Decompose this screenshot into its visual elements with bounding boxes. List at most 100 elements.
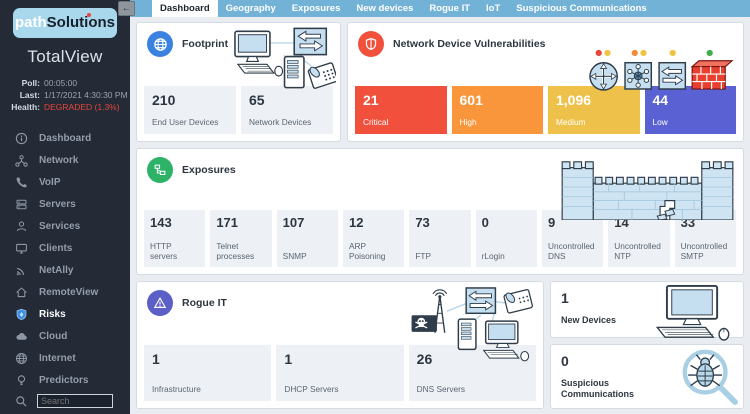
sidebar-item-label: Network (39, 155, 78, 166)
telnet-processes-value: 171 (216, 215, 265, 230)
low-label: Low (653, 118, 729, 128)
poll-value: 00:05:00 (44, 77, 77, 89)
suspicious-communications-card[interactable]: 0 Suspicious Communications (550, 344, 744, 409)
shield-icon (15, 308, 28, 321)
rogue-it-header: Rogue IT (147, 290, 227, 316)
tab-geography[interactable]: Geography (218, 0, 284, 17)
exposures-card: Exposures (136, 148, 744, 275)
rlogin-label: rLogin (482, 252, 531, 262)
end-user-devices-label: End User Devices (152, 118, 228, 128)
globe-icon (15, 352, 28, 365)
tab-bar: Dashboard Geography Exposures New device… (130, 0, 750, 17)
critical-tile[interactable]: 21 Critical (355, 86, 447, 134)
rlogin-value: 0 (482, 215, 531, 230)
logo-red-dot (87, 13, 91, 17)
health-row: Health: DEGRADED (1.3%) (0, 101, 130, 113)
sidebar-item-servers[interactable]: Servers (0, 193, 130, 215)
sidebar-item-risks[interactable]: Risks (0, 303, 130, 325)
sidebar-item-predictors[interactable]: Predictors (0, 369, 130, 391)
sidebar-item-label: Services (39, 221, 80, 232)
critical-label: Critical (363, 118, 439, 128)
right-column: 1 New Devices 0 Suspicious Communicatio (550, 281, 744, 409)
warning-circle-icon (147, 290, 173, 316)
ftp-tile[interactable]: 73 FTP (409, 210, 470, 267)
tab-suspicious-communications[interactable]: Suspicious Communications (508, 0, 654, 17)
services-icon (15, 220, 28, 233)
sidebar-item-label: RemoteView (39, 287, 98, 298)
sidebar-item-netally[interactable]: NetAlly (0, 259, 130, 281)
network-devices-tile[interactable]: 65 Network Devices (241, 86, 333, 134)
sidebar-item-clients[interactable]: Clients (0, 237, 130, 259)
pathsolutions-logo[interactable]: pathSolutions (13, 8, 117, 38)
wifi-icon (15, 264, 28, 277)
tab-new-devices[interactable]: New devices (348, 0, 421, 17)
high-label: High (460, 118, 536, 128)
end-user-devices-tile[interactable]: 210 End User Devices (144, 86, 236, 134)
dhcp-servers-tile[interactable]: 1 DHCP Servers (276, 345, 403, 401)
arp-poisoning-label: ARP Poisoning (349, 242, 398, 262)
new-devices-card[interactable]: 1 New Devices (550, 281, 744, 338)
rogue-it-card: Rogue IT (136, 281, 544, 409)
tab-rogue-it[interactable]: Rogue IT (421, 0, 478, 17)
infrastructure-value: 1 (152, 351, 263, 367)
sidebar-item-services[interactable]: Services (0, 215, 130, 237)
snmp-tile[interactable]: 107 SNMP (277, 210, 338, 267)
medium-tile[interactable]: 1,096 Medium (548, 86, 640, 134)
computer-illustration (649, 285, 737, 341)
exposures-header: Exposures (147, 157, 236, 183)
sidebar-item-internet[interactable]: Internet (0, 347, 130, 369)
telnet-processes-tile[interactable]: 171 Telnet processes (210, 210, 271, 267)
shield-circle-icon (358, 31, 384, 57)
snmp-label: SNMP (283, 252, 332, 262)
arp-poisoning-tile[interactable]: 12 ARP Poisoning (343, 210, 404, 267)
sidebar-item-network[interactable]: Network (0, 149, 130, 171)
health-value: DEGRADED (1.3%) (44, 101, 120, 113)
footprint-title: Footprint (182, 38, 228, 50)
low-tile[interactable]: 44 Low (645, 86, 737, 134)
search-input[interactable] (37, 394, 113, 408)
network-devices-value: 65 (249, 92, 325, 108)
logo-text-solutions: Solutions (47, 14, 115, 31)
servers-icon (15, 198, 28, 211)
network-icon (15, 154, 28, 167)
search-icon (15, 395, 28, 408)
vulnerabilities-card: Network Device Vulnerabilities (347, 22, 744, 142)
medium-value: 1,096 (556, 92, 632, 108)
http-servers-tile[interactable]: 143 HTTP servers (144, 210, 205, 267)
http-servers-value: 143 (150, 215, 199, 230)
footprint-header: Footprint (147, 31, 228, 57)
dhcp-servers-label: DHCP Servers (284, 385, 395, 395)
ftp-value: 73 (415, 215, 464, 230)
http-servers-label: HTTP servers (150, 242, 199, 262)
dashboard-icon (15, 132, 28, 145)
rlogin-tile[interactable]: 0 rLogin (476, 210, 537, 267)
tab-dashboard[interactable]: Dashboard (152, 0, 218, 17)
cloud-icon (15, 330, 28, 343)
devices-cluster-illustration (234, 27, 336, 90)
sidebar-item-cloud[interactable]: Cloud (0, 325, 130, 347)
main-area: Dashboard Geography Exposures New device… (130, 0, 750, 414)
sidebar-menu: Dashboard Network VoIP Servers Services … (0, 127, 130, 408)
high-tile[interactable]: 601 High (452, 86, 544, 134)
sidebar-item-voip[interactable]: VoIP (0, 171, 130, 193)
sidebar-item-dashboard[interactable]: Dashboard (0, 127, 130, 149)
infrastructure-tile[interactable]: 1 Infrastructure (144, 345, 271, 401)
high-value: 601 (460, 92, 536, 108)
tab-iot[interactable]: IoT (478, 0, 508, 17)
dhcp-servers-value: 1 (284, 351, 395, 367)
dashboard-content: Footprint (130, 17, 750, 414)
exposures-title: Exposures (182, 164, 236, 176)
sidebar-item-remoteview[interactable]: RemoteView (0, 281, 130, 303)
vulnerability-tiles: 21 Critical 601 High 1,096 Medium 44 Low (355, 86, 736, 134)
product-name: TotalView (0, 47, 130, 67)
sidebar-item-label: Internet (39, 353, 76, 364)
sidebar-item-label: NetAlly (39, 265, 73, 276)
sidebar-collapse-button[interactable]: ← (118, 1, 135, 16)
tab-exposures[interactable]: Exposures (284, 0, 349, 17)
health-label: Health: (0, 101, 40, 113)
footprint-tiles: 210 End User Devices 65 Network Devices (144, 86, 333, 134)
network-devices-label: Network Devices (249, 118, 325, 128)
rogue-it-title: Rogue IT (182, 297, 227, 309)
low-value: 44 (653, 92, 729, 108)
uncontrolled-smtp-label: Uncontrolled SMTP (681, 242, 730, 262)
